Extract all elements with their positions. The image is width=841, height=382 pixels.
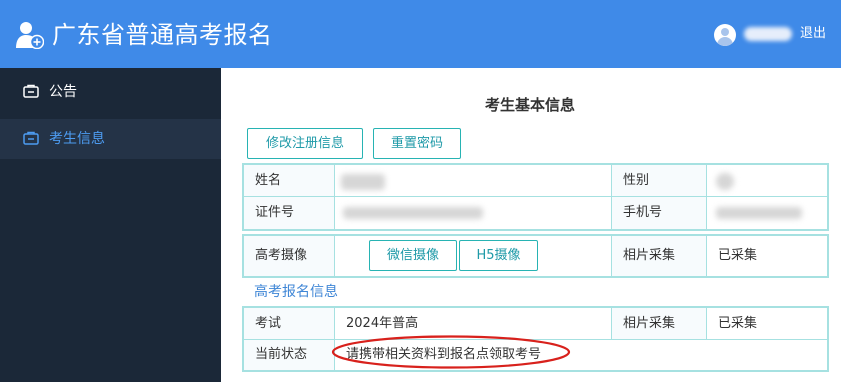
redacted-value [716,207,802,219]
id-number-value [335,197,612,229]
status-label: 当前状态 [255,347,308,362]
username-redacted [744,27,792,41]
highlight-ellipse [331,335,571,369]
h5-camera-button[interactable]: H5摄像 [459,240,538,271]
briefcase-icon [23,131,39,145]
exam-collect-label: 相片采集 [623,316,676,331]
photo-capture-label: 高考摄像 [255,248,308,263]
redacted-value [716,173,734,190]
exam-label: 考试 [255,316,282,331]
photo-collect-value: 已采集 [718,248,758,263]
avatar-icon[interactable] [714,24,736,46]
sidebar: 公告 考生信息 [0,68,221,382]
exam-section-title: 高考报名信息 [254,284,338,300]
gender-label: 性别 [623,173,650,188]
sidebar-item-announcement[interactable]: 公告 [0,72,221,112]
name-label: 姓名 [255,173,282,188]
exam-collect-value: 已采集 [718,316,758,331]
sidebar-item-candidate-info[interactable]: 考生信息 [0,119,221,159]
gender-value [707,165,827,197]
id-number-label: 证件号 [255,205,295,220]
sidebar-item-label: 考生信息 [49,131,105,147]
page-title: 考生基本信息 [485,96,576,114]
briefcase-icon [23,84,39,98]
reset-password-button[interactable]: 重置密码 [373,128,461,159]
phone-value [707,197,827,229]
top-header: 广东省普通高考报名 退出 [0,0,841,68]
user-plus-icon [16,22,44,49]
edit-registration-button[interactable]: 修改注册信息 [247,128,363,159]
redacted-value [341,174,385,190]
redacted-value [343,207,483,219]
wechat-camera-button[interactable]: 微信摄像 [369,240,457,271]
app-title: 广东省普通高考报名 [52,21,273,49]
sidebar-item-label: 公告 [49,84,77,100]
photo-collect-label: 相片采集 [623,248,676,263]
phone-label: 手机号 [623,205,663,220]
name-value [335,165,612,197]
basic-info-table: 姓名 性别 证件号 手机号 [242,163,829,231]
logout-link[interactable]: 退出 [800,24,826,44]
